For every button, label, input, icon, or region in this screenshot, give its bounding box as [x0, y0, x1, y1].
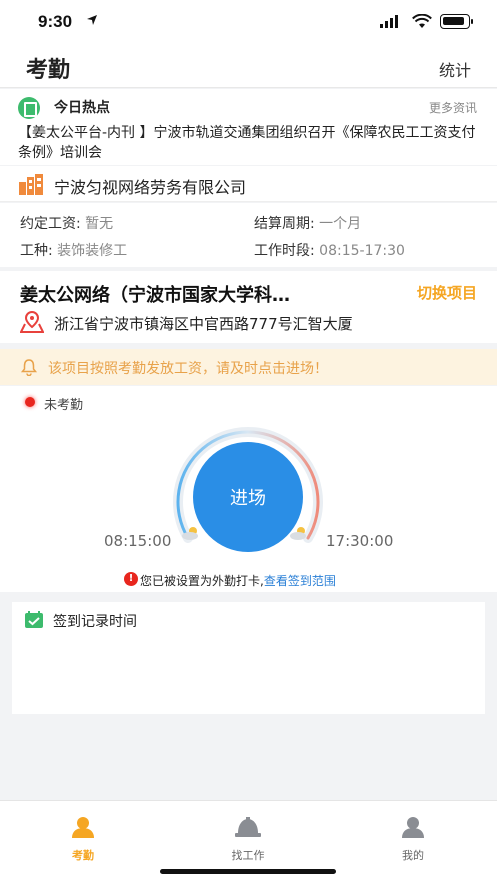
bell-icon [20, 359, 38, 376]
news-headline[interactable]: 【姜太公平台-内刊 】宁波市轨道交通集团组织召开《保障农民工工资支付条例》培训会 [18, 123, 483, 163]
wage-info: 约定工资: 暂无 [20, 213, 113, 233]
field-checkin-text: 您已被设置为外勤打卡, [140, 574, 264, 588]
more-news-link[interactable]: 更多资讯 [429, 99, 477, 116]
notice-text: 该项目按照考勤发放工资，请及时点击进场！ [48, 361, 328, 377]
company-row: 宁波匀视网络劳务有限公司 [0, 166, 497, 202]
punch-area: 未考勤 进场 08:15:00 17:30:00 ! 您已被设置为外勤打卡,查看… [0, 386, 497, 592]
wifi-icon [412, 14, 432, 28]
job-type-info: 工种: 装饰装修工 [20, 240, 127, 260]
news-icon [18, 97, 40, 119]
navigation-bar: 考勤 统计 [0, 44, 497, 88]
page-title: 考勤 [26, 58, 71, 83]
check-in-label: 进场 [230, 488, 266, 509]
user-icon [402, 817, 424, 838]
checkin-record-card: 签到记录时间 [12, 602, 485, 714]
start-time: 08:15:00 [104, 532, 172, 550]
sunrise-icon [182, 527, 198, 540]
calendar-check-icon [25, 611, 43, 628]
tab-attendance[interactable]: 考勤 [38, 813, 128, 863]
view-checkin-range-link[interactable]: 查看签到范围 [264, 574, 336, 588]
notice-banner: 该项目按照考勤发放工资，请及时点击进场！ [0, 349, 497, 385]
job-info: 约定工资: 暂无 结算周期: 一个月 工种: 装饰装修工 工作时段: 08:15… [0, 203, 497, 267]
news-title: 今日热点 [54, 100, 110, 116]
project-name: 姜太公网络（宁波市国家大学科… [20, 285, 290, 306]
attendance-status: 未考勤 [44, 398, 84, 413]
wage-value: 暂无 [85, 216, 114, 232]
switch-project-button[interactable]: 切换项目 [417, 282, 477, 303]
hours-value: 08:15-17:30 [319, 243, 405, 259]
news-card[interactable]: 今日热点 更多资讯 【姜太公平台-内刊 】宁波市轨道交通集团组织召开《保障农民工… [0, 89, 497, 165]
hours-info: 工作时段: 08:15-17:30 [254, 240, 405, 260]
map-pin-icon [20, 311, 44, 333]
cycle-value: 一个月 [319, 216, 362, 232]
statistics-button[interactable]: 统计 [439, 57, 471, 81]
signal-icon [380, 15, 398, 28]
job-type-label: 工种: [20, 243, 53, 259]
company-name: 宁波匀视网络劳务有限公司 [54, 178, 247, 197]
wage-label: 约定工资: [20, 216, 81, 232]
attendance-tab-icon [72, 817, 94, 838]
project-card: 姜太公网络（宁波市国家大学科… 切换项目 浙江省宁波市镇海区中官西路777号汇智… [0, 271, 497, 343]
job-type-value: 装饰装修工 [57, 243, 128, 259]
status-time: 9:30 [38, 12, 73, 31]
location-arrow-icon [87, 15, 97, 25]
status-bar: 9:30 [0, 0, 497, 44]
tab-attendance-label: 考勤 [72, 849, 94, 862]
building-icon [19, 174, 43, 195]
tab-mine-label: 我的 [402, 849, 424, 862]
tab-mine[interactable]: 我的 [368, 813, 458, 863]
battery-icon [440, 14, 473, 29]
status-dot [25, 397, 35, 407]
warning-icon: ! [124, 572, 138, 586]
field-checkin-notice: 您已被设置为外勤打卡,查看签到范围 [140, 572, 336, 589]
hardhat-icon [235, 817, 261, 837]
tab-find-job-label: 找工作 [231, 849, 265, 862]
cycle-info: 结算周期: 一个月 [254, 213, 361, 233]
hours-label: 工作时段: [254, 243, 315, 259]
check-in-button[interactable]: 进场 [193, 442, 303, 552]
tab-find-job[interactable]: 找工作 [203, 813, 293, 863]
home-indicator [160, 869, 336, 874]
project-address: 浙江省宁波市镇海区中官西路777号汇智大厦 [54, 315, 353, 333]
cycle-label: 结算周期: [254, 216, 315, 232]
record-title: 签到记录时间 [53, 614, 137, 630]
end-time: 17:30:00 [326, 532, 394, 550]
